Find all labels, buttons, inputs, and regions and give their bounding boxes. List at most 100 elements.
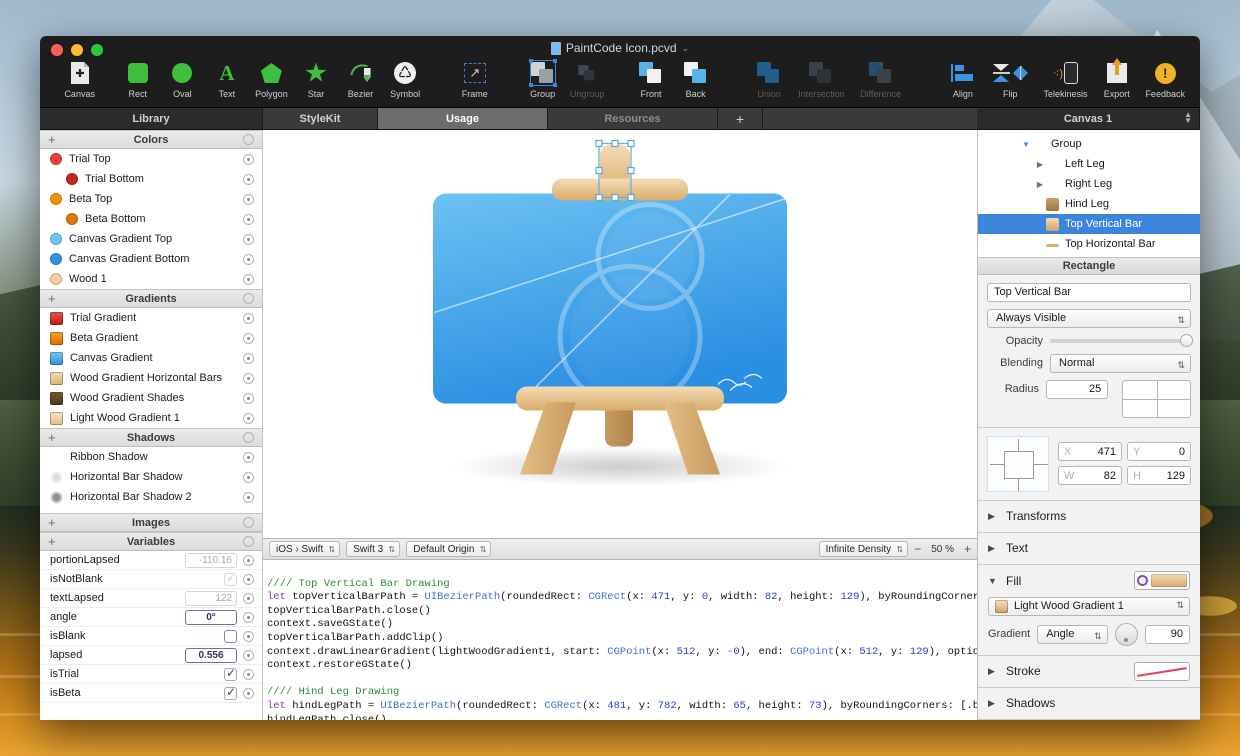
disclosure-triangle-closed-icon[interactable]: ▶ (988, 698, 998, 709)
target-icon[interactable] (243, 134, 254, 145)
add-color-button[interactable]: + (48, 132, 56, 147)
target-icon[interactable] (243, 193, 254, 205)
target-icon[interactable] (243, 491, 254, 503)
text-section-header[interactable]: ▶ Text (978, 533, 1200, 565)
shadows-section-header[interactable]: ▶ Shadows (978, 688, 1200, 720)
add-image-button[interactable]: + (48, 515, 56, 530)
list-item[interactable]: Trial Gradient (40, 308, 262, 328)
target-icon[interactable] (243, 273, 254, 285)
tool-bezier[interactable]: Bezier (338, 58, 383, 108)
target-icon[interactable] (243, 668, 254, 680)
transforms-section-header[interactable]: ▶ Transforms (978, 501, 1200, 533)
y-field[interactable]: Y 0 (1127, 442, 1191, 462)
variable-row[interactable]: textLapsed 122 (40, 589, 262, 608)
slider-knob[interactable] (1180, 333, 1193, 347)
blending-popup[interactable]: Normal (1050, 353, 1191, 374)
radius-input[interactable]: 25 (1045, 379, 1109, 399)
platform-language-popup[interactable]: iOS › Swift (269, 541, 341, 557)
target-icon[interactable] (243, 332, 254, 344)
tool-difference[interactable]: Difference (851, 58, 909, 108)
variable-row[interactable]: lapsed 0.556 (40, 646, 262, 665)
tool-star[interactable]: Star (294, 58, 339, 108)
gradient-type-popup[interactable]: Angle (1037, 624, 1108, 645)
tree-item-left-leg[interactable]: ▶ Left Leg (978, 154, 1200, 174)
disclosure-triangle-closed-icon[interactable]: ▶ (988, 543, 998, 554)
fill-gradient-popup[interactable]: Light Wood Gradient 1 (988, 596, 1190, 616)
variable-checkbox[interactable] (224, 666, 237, 681)
target-icon[interactable] (243, 592, 254, 604)
target-icon[interactable] (243, 573, 254, 585)
tab-canvas-1[interactable]: Canvas 1 ▲ ▼ (977, 108, 1200, 129)
target-icon[interactable] (243, 352, 254, 364)
target-icon[interactable] (243, 536, 254, 547)
list-item[interactable]: Ribbon Shadow (40, 447, 262, 467)
fill-section-header[interactable]: ▼ Fill (978, 565, 1200, 597)
add-gradient-button[interactable]: + (48, 291, 56, 306)
gradient-angle-dial[interactable] (1114, 622, 1138, 646)
tool-telekinesis[interactable]: ⁖) Telekinesis (1035, 58, 1095, 108)
list-item[interactable]: Wood Gradient Shades (40, 388, 262, 408)
tab-stylekit[interactable]: StyleKit (263, 108, 378, 129)
list-item[interactable]: Horizontal Bar Shadow (40, 467, 262, 487)
disclosure-triangle-closed-icon[interactable]: ▶ (1034, 160, 1046, 169)
drawing-canvas[interactable] (263, 130, 977, 538)
disclosure-triangle-closed-icon[interactable]: ▶ (988, 666, 998, 677)
variable-value-field[interactable]: 122 (185, 590, 237, 606)
tool-union[interactable]: Union (747, 58, 792, 108)
tab-library[interactable]: Library (40, 108, 263, 129)
language-version-popup[interactable]: Swift 3 (346, 541, 401, 557)
x-field[interactable]: X 471 (1058, 442, 1122, 462)
tool-group[interactable]: Group (520, 58, 565, 108)
visibility-popup[interactable]: Always Visible (987, 308, 1191, 329)
fill-color-chip[interactable] (1134, 571, 1190, 591)
tool-oval[interactable]: Oval (160, 58, 205, 108)
variable-row[interactable]: isBlank (40, 627, 262, 646)
tool-align[interactable]: Align (941, 58, 986, 108)
library-section-header-shadows[interactable]: + Shadows (40, 428, 262, 447)
opacity-slider[interactable] (1050, 333, 1193, 347)
target-icon[interactable] (243, 412, 254, 424)
variable-checkbox[interactable] (224, 571, 237, 586)
variable-row[interactable]: angle 0° (40, 608, 262, 627)
tool-intersection[interactable]: Intersection (791, 58, 851, 108)
target-icon[interactable] (243, 649, 254, 661)
corner-radius-grid[interactable] (1122, 379, 1191, 418)
target-icon[interactable] (243, 293, 254, 304)
generated-code-view[interactable]: //// Top Vertical Bar Drawing let topVer… (263, 560, 977, 720)
tab-usage[interactable]: Usage (378, 108, 548, 129)
easel-artwork[interactable] (400, 136, 840, 499)
variable-row[interactable]: isBeta (40, 684, 262, 703)
target-icon[interactable] (243, 687, 254, 699)
zoom-out-button[interactable]: − (914, 542, 921, 556)
tab-resources[interactable]: Resources (548, 108, 718, 129)
gradient-angle-input[interactable]: 90 (1144, 624, 1190, 644)
variable-row[interactable]: isTrial (40, 665, 262, 684)
tool-frame[interactable]: Frame (453, 58, 498, 108)
tool-canvas[interactable]: Canvas (57, 58, 102, 108)
chevron-down-icon[interactable]: ⌄ (682, 43, 690, 54)
list-item[interactable]: Wood 1 (40, 269, 262, 289)
zoom-in-button[interactable]: + (964, 542, 971, 556)
origin-popup[interactable]: Default Origin (406, 541, 492, 557)
tool-feedback[interactable]: ! Feedback (1138, 58, 1192, 108)
target-icon[interactable] (243, 451, 254, 463)
disclosure-triangle-open-icon[interactable]: ▼ (988, 576, 998, 586)
list-item[interactable]: Trial Top (40, 149, 262, 169)
tool-flip[interactable]: Flip (985, 58, 1035, 108)
tab-add-button[interactable]: + (718, 108, 763, 129)
variable-value-field[interactable]: -110.16 (185, 552, 237, 568)
tool-ungroup[interactable]: Ungroup (565, 58, 610, 108)
variable-value-field[interactable]: 0.556 (185, 647, 237, 663)
list-item[interactable]: Beta Top (40, 189, 262, 209)
list-item[interactable]: Canvas Gradient Bottom (40, 249, 262, 269)
disclosure-triangle-closed-icon[interactable]: ▶ (1034, 180, 1046, 189)
tree-item-top-vertical-bar[interactable]: Top Vertical Bar (978, 214, 1200, 234)
list-item[interactable]: Trial Bottom (40, 169, 262, 189)
target-icon[interactable] (243, 312, 254, 324)
target-icon[interactable] (243, 630, 254, 642)
target-icon[interactable] (243, 153, 254, 165)
stroke-section-header[interactable]: ▶ Stroke (978, 656, 1200, 688)
target-icon[interactable] (243, 432, 254, 443)
target-icon[interactable] (243, 517, 254, 528)
shape-name-input[interactable]: Top Vertical Bar (987, 282, 1191, 302)
